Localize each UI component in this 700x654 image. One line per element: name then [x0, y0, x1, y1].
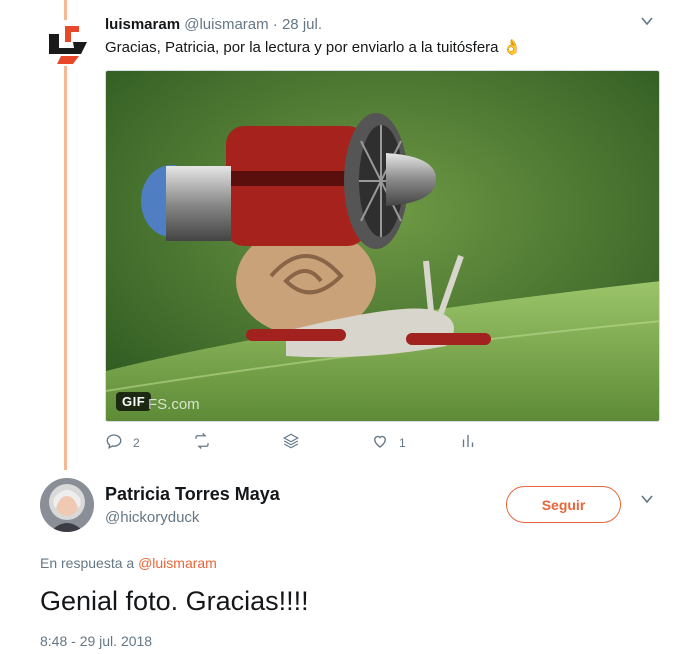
tweet1-text: Gracias, Patricia, por la lectura y por … — [105, 38, 521, 58]
reply-icon[interactable] — [105, 432, 123, 453]
retweet-icon[interactable] — [193, 432, 211, 453]
analytics-action[interactable] — [459, 432, 477, 453]
tweet1-header: luismaram @luismaram · 28 jul. — [105, 15, 322, 35]
patricia-avatar-image — [40, 478, 94, 532]
tweet1-separator: · — [272, 16, 278, 33]
tweet2-author-handle[interactable]: @hickoryduck — [105, 508, 199, 528]
reply-mention-link[interactable]: @luismaram — [138, 555, 217, 571]
retweet-action[interactable] — [193, 432, 221, 453]
tweet2-author-name[interactable]: Patricia Torres Maya — [105, 483, 280, 505]
follow-button[interactable]: Seguir — [506, 486, 621, 523]
tweet1-author-handle[interactable]: @luismaram — [184, 16, 268, 33]
tweet2-text: Genial foto. Gracias!!!! — [40, 586, 309, 616]
reply-count: 2 — [133, 435, 140, 450]
reply-context: En respuesta a @luismaram — [40, 554, 217, 572]
tweet1-actions-bar: 2 1 — [105, 432, 505, 458]
analytics-icon[interactable] — [459, 432, 477, 453]
tweet2-timestamp[interactable]: 8:48 - 29 jul. 2018 — [40, 632, 152, 650]
reply-prefix: En respuesta a — [40, 555, 135, 571]
reply-action[interactable]: 2 — [105, 432, 140, 453]
gif-badge: GIF — [116, 392, 152, 411]
layers-icon[interactable] — [282, 432, 300, 453]
tweet1-text-body: Gracias, Patricia, por la lectura y por … — [105, 39, 499, 56]
luismaram-avatar[interactable] — [45, 20, 91, 66]
tweet1-chevron-down-icon[interactable] — [640, 14, 654, 33]
thread-connector-line — [64, 0, 67, 470]
ok-hand-emoji: 👌 — [502, 39, 522, 56]
snail-jet-image — [106, 71, 659, 421]
heart-icon[interactable] — [371, 432, 389, 453]
gif-watermark: FS.com — [148, 396, 200, 413]
patricia-avatar[interactable] — [40, 478, 94, 532]
tweet1-date[interactable]: 28 jul. — [282, 16, 322, 33]
tweet1-author-name[interactable]: luismaram — [105, 16, 180, 33]
tweet1-gif-media[interactable]: GIF FS.com — [105, 70, 660, 422]
tweet2-chevron-down-icon[interactable] — [640, 492, 654, 511]
luismaram-logo — [45, 20, 91, 66]
like-count: 1 — [399, 435, 406, 450]
like-action[interactable]: 1 — [371, 432, 406, 453]
layers-action[interactable] — [282, 432, 300, 453]
